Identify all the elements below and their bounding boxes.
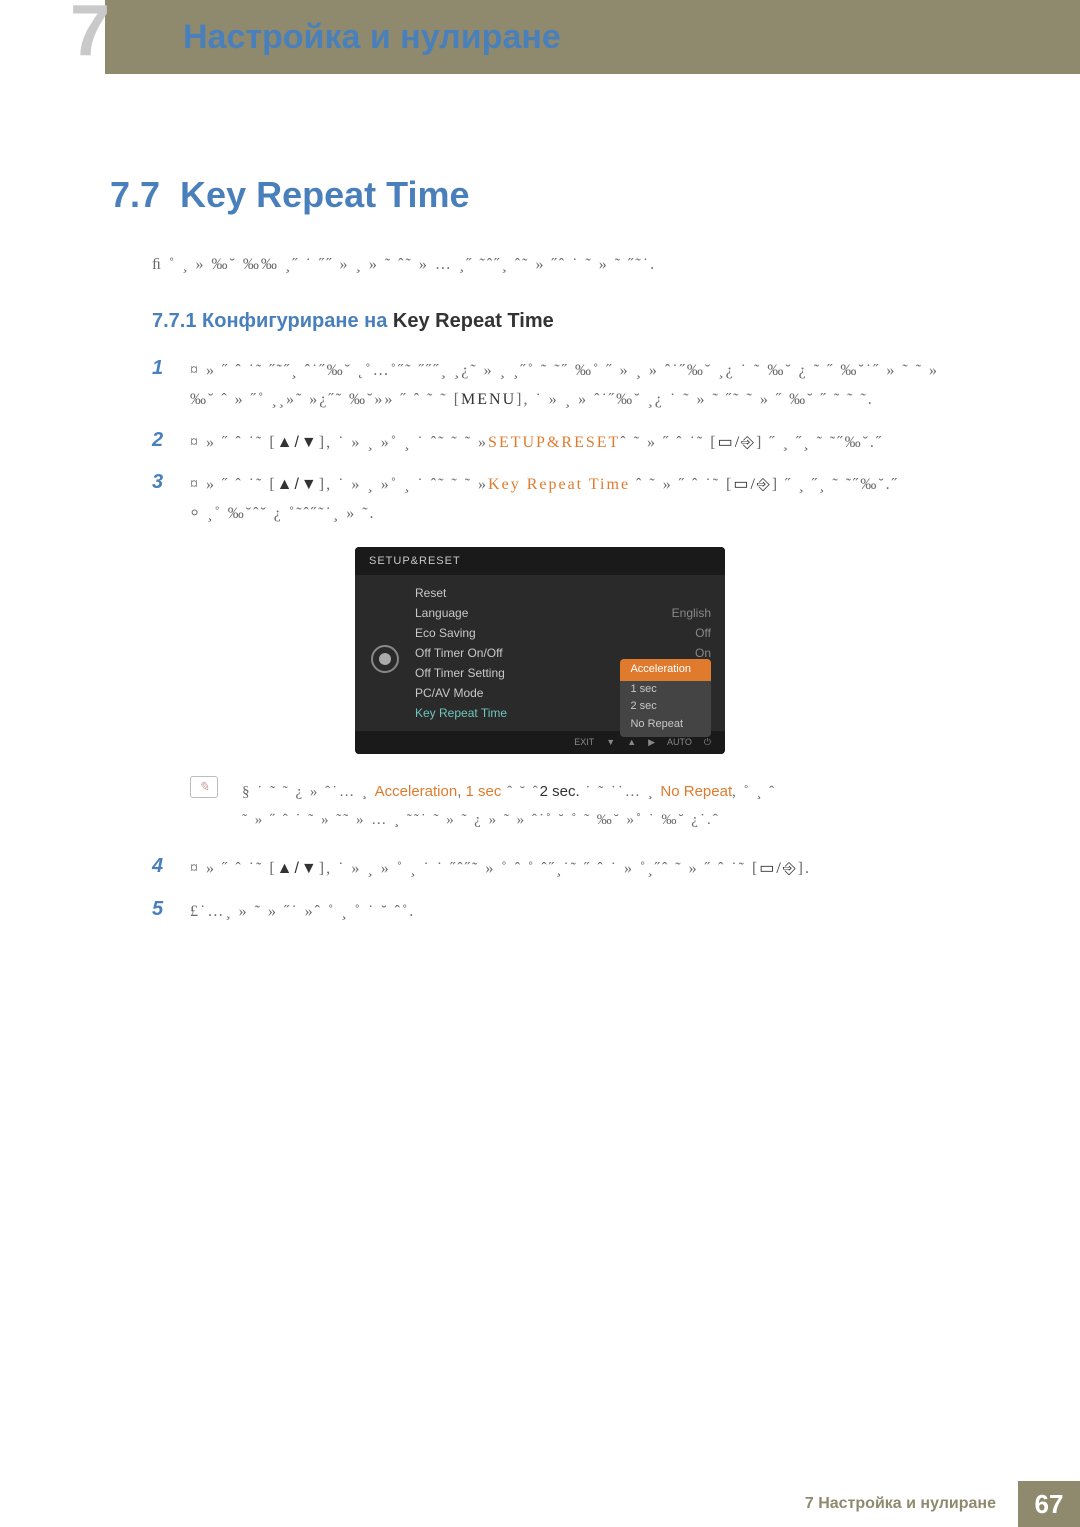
step-number: 4 xyxy=(152,855,176,884)
subsection-number: 7.7.1 xyxy=(152,310,196,332)
intro-text: ﬁ ˚ ¸ » ‰˘ ‰‰ ¸˝ ˙ ˝˝ » ¸ » ˜ ˆ˜ » … ¸˝ … xyxy=(110,256,970,274)
step4-text-a: ¤ » ˝ ˆ ˙˜ [ xyxy=(190,860,277,877)
header-white-block: 7 xyxy=(0,0,105,74)
section-heading: 7.7 Key Repeat Time xyxy=(110,174,970,216)
step3-text-e: ⸰ ¸˚ ‰˘ˆ˘ ¿ ˚˜ˆ˝˜˙¸ » ˜. xyxy=(190,505,376,522)
note-line2: ˜ » ˝ ˆ ˙ ˜ » ˜˜ » … ¸ ˜˜˙ ˜ » ˜ ¿ » ˜ »… xyxy=(242,812,720,828)
osd-option-2sec: 2 sec xyxy=(630,698,691,716)
osd-label: Reset xyxy=(415,586,446,600)
note-norepeat: No Repeat xyxy=(660,783,732,800)
osd-label: Language xyxy=(415,606,468,620)
step4-text-b: ], ˙ » ¸ » ˚ ¸ ˙ ˙ ˝ˆ˝˜ » ˚ ˆ ˚ ˆ˝¸˙˜ ˝ … xyxy=(319,860,760,877)
step1-text-b: ], ˙ » ¸ » ˆ˙˝‰˘ ¸¿ ˙ ˜ » ˜ ˝˜ ˜ » ˝ ‰˘ … xyxy=(516,391,874,408)
note-icon: ✎ xyxy=(190,776,218,798)
osd-footer-exit: EXIT xyxy=(574,737,594,747)
note-text-b: ˙ ˜ ˙˙… ¸ xyxy=(580,784,661,800)
osd-footer-auto: AUTO xyxy=(667,737,692,747)
osd-body: Reset Language English Eco Saving Off Off … xyxy=(355,575,725,731)
section-number: 7.7 xyxy=(110,174,160,216)
step-1: 1 ¤ » ˝ ˆ ˙˜ ˝˜˝¸ ˆ˙˝‰˘ ˛˚…˚˝˜ ˝˝˝¸ ¸¿˜ … xyxy=(110,357,970,415)
step-text: £˙…¸ » ˜ » ˝˙ »ˆ ˚ ¸ ˚ ˙ ˘ ˆ˚. xyxy=(190,898,970,927)
page-number: 67 xyxy=(1018,1481,1080,1527)
content-area: 7.7 Key Repeat Time ﬁ ˚ ¸ » ‰˘ ‰‰ ¸˝ ˙ ˝… xyxy=(0,74,1080,927)
arrow-up-down-icon: ▲/▼ xyxy=(277,471,319,500)
osd-option-acceleration: Acceleration xyxy=(620,659,711,681)
section-title: Key Repeat Time xyxy=(180,174,469,216)
step-2: 2 ¤ » ˝ ˆ ˙˜ [▲/▼], ˙ » ¸ »˚ ¸ ˙ ˆ˜ ˜ ˜ … xyxy=(110,429,970,458)
note-box: ✎ § ˙ ˜ ˜ ¿ » ˆ˙… ¸ Acceleration, 1 sec … xyxy=(190,768,970,855)
osd-option-1sec: 1 sec xyxy=(630,681,691,699)
step3-text-b: ], ˙ » ¸ »˚ ¸ ˙ ˆ˜ ˜ ˜ » xyxy=(319,476,488,493)
step3-text-c: ˆ ˜ » ˝ ˆ ˙˜ [ xyxy=(630,476,733,493)
note-mid: ˆ ˘ ˆ xyxy=(501,784,539,800)
osd-label: Off Timer On/Off xyxy=(415,646,503,660)
step4-text-c: ]. xyxy=(798,860,811,877)
note-1sec: 1 sec xyxy=(466,783,502,800)
chapter-number: 7 xyxy=(70,0,110,67)
osd-row-reset: Reset xyxy=(415,583,711,603)
osd-value: English xyxy=(672,606,711,620)
setup-reset-label: SETUP&RESET xyxy=(488,434,620,451)
osd-dropdown: Acceleration 1 sec 2 sec No Repeat xyxy=(620,659,711,737)
step-3: 3 ¤ » ˝ ˆ ˙˜ [▲/▼], ˙ » ¸ »˚ ¸ ˙ ˆ˜ ˜ ˜ … xyxy=(110,471,970,529)
osd-label: Off Timer Setting xyxy=(415,666,505,680)
step-text: ¤ » ˝ ˆ ˙˜ [▲/▼], ˙ » ¸ »˚ ¸ ˙ ˆ˜ ˜ ˜ »S… xyxy=(190,429,970,458)
subsection-label-blue: Конфигуриране на xyxy=(202,310,387,332)
header-olive-block: Настройка и нулиране xyxy=(105,0,1080,74)
menu-label: MENU xyxy=(461,391,516,408)
subsection-label-black: Key Repeat Time xyxy=(393,310,554,332)
osd-footer-down-icon: ▼ xyxy=(606,737,615,747)
footer-breadcrumb: 7 Настройка и нулиране xyxy=(0,1481,1018,1527)
osd-label: PC/AV Mode xyxy=(415,686,483,700)
subsection-heading: 7.7.1 Конфигуриране на Key Repeat Time xyxy=(110,310,970,333)
step-number: 2 xyxy=(152,429,176,458)
osd-footer-power-icon: ⏻ xyxy=(704,737,711,748)
step2-text-c: ˆ ˜ » ˝ ˆ ˙˜ [ xyxy=(620,434,717,451)
note-sep: , xyxy=(457,783,465,800)
osd-menu-list: Reset Language English Eco Saving Off Off … xyxy=(415,575,725,731)
step-number: 5 xyxy=(152,898,176,927)
osd-panel: SETUP&RESET Reset Language English Eco Sa… xyxy=(355,547,725,754)
note-text-c: , ˚ ¸ ˆ xyxy=(732,784,776,800)
osd-row-language: Language English xyxy=(415,603,711,623)
osd-title: SETUP&RESET xyxy=(355,547,725,575)
note-acceleration: Acceleration xyxy=(375,783,458,800)
note-text-a: § ˙ ˜ ˜ ¿ » ˆ˙… ¸ xyxy=(242,784,375,800)
gear-icon xyxy=(371,645,399,673)
step3-text-d: ] ˝ ¸ ˝¸ ˜ ˜˝‰˘.˝ xyxy=(772,476,899,493)
arrow-up-down-icon: ▲/▼ xyxy=(277,855,319,884)
arrow-up-down-icon: ▲/▼ xyxy=(277,429,319,458)
step2-text-a: ¤ » ˝ ˆ ˙˜ [ xyxy=(190,434,277,451)
key-repeat-time-label: Key Repeat Time xyxy=(488,476,630,493)
step-number: 3 xyxy=(152,471,176,529)
osd-footer-right-icon: ▶ xyxy=(648,737,655,748)
osd-footer-up-icon: ▲ xyxy=(627,737,636,747)
step3-text-a: ¤ » ˝ ˆ ˙˜ [ xyxy=(190,476,277,493)
osd-label: Key Repeat Time xyxy=(415,706,507,720)
step-text: ¤ » ˝ ˆ ˙˜ [▲/▼], ˙ » ¸ » ˚ ¸ ˙ ˙ ˝ˆ˝˜ »… xyxy=(190,855,970,884)
step2-text-d: ] ˝ ¸ ˝¸ ˜ ˜˝‰˘.˝ xyxy=(756,434,883,451)
osd-option-norepeat: No Repeat xyxy=(630,716,691,734)
enter-icon: ▭/⎆ xyxy=(759,860,797,877)
step2-text-b: ], ˙ » ¸ »˚ ¸ ˙ ˆ˜ ˜ ˜ » xyxy=(319,434,488,451)
page-header: 7 Настройка и нулиране xyxy=(0,0,1080,74)
step-text: ¤ » ˝ ˆ ˙˜ ˝˜˝¸ ˆ˙˝‰˘ ˛˚…˚˝˜ ˝˝˝¸ ¸¿˜ » … xyxy=(190,357,970,415)
osd-left-rail xyxy=(355,575,415,731)
step-number: 1 xyxy=(152,357,176,415)
osd-value: On xyxy=(695,646,711,660)
step5-text-a: £˙…¸ » ˜ » ˝˙ »ˆ ˚ ¸ ˚ ˙ ˘ ˆ˚. xyxy=(190,903,415,920)
note-2sec: 2 sec. xyxy=(540,783,580,800)
step-4: 4 ¤ » ˝ ˆ ˙˜ [▲/▼], ˙ » ¸ » ˚ ¸ ˙ ˙ ˝ˆ˝˜… xyxy=(110,855,970,884)
enter-icon: ▭/⎆ xyxy=(733,476,771,493)
osd-screenshot: SETUP&RESET Reset Language English Eco Sa… xyxy=(110,547,970,754)
osd-value: Off xyxy=(695,626,711,640)
page-footer: 7 Настройка и нулиране 67 xyxy=(0,1481,1080,1527)
osd-row-eco: Eco Saving Off xyxy=(415,623,711,643)
enter-icon: ▭/⎆ xyxy=(718,434,756,451)
step-text: ¤ » ˝ ˆ ˙˜ [▲/▼], ˙ » ¸ »˚ ¸ ˙ ˆ˜ ˜ ˜ »K… xyxy=(190,471,970,529)
header-title: Настройка и нулиране xyxy=(183,18,561,57)
osd-label: Eco Saving xyxy=(415,626,476,640)
step-5: 5 £˙…¸ » ˜ » ˝˙ »ˆ ˚ ¸ ˚ ˙ ˘ ˆ˚. xyxy=(110,898,970,927)
